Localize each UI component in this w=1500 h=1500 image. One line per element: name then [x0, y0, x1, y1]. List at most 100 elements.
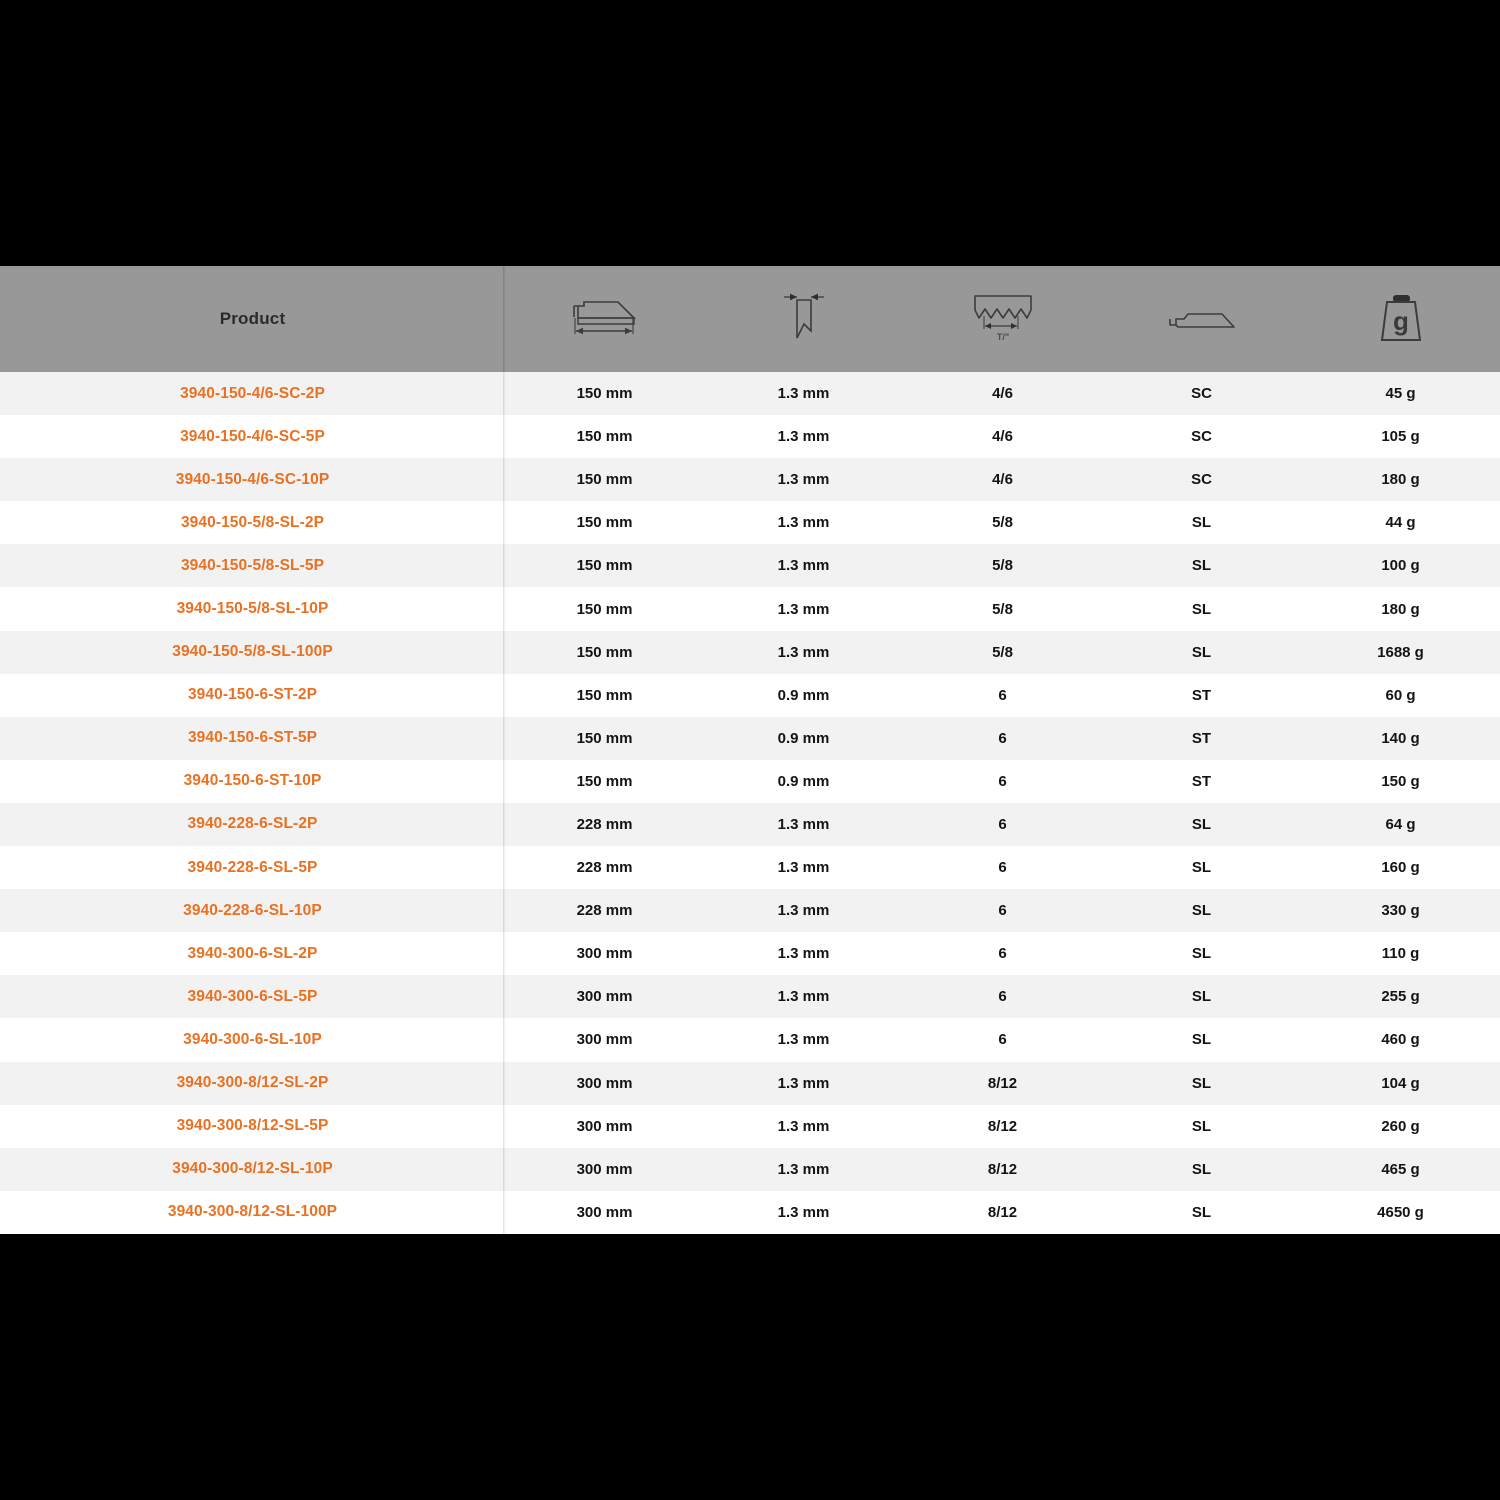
- cell-tpi: 6: [903, 932, 1102, 975]
- cell-length: 150 mm: [505, 587, 704, 630]
- table-header: Product: [0, 266, 1500, 372]
- product-code-link[interactable]: 3940-150-4/6-SC-10P: [0, 458, 505, 501]
- table-row[interactable]: 3940-300-8/12-SL-2P300 mm1.3 mm8/12SL104…: [0, 1062, 1500, 1105]
- cell-weight: 140 g: [1301, 717, 1500, 760]
- cell-tooth_type: SL: [1102, 544, 1301, 587]
- cell-tooth_type: SL: [1102, 975, 1301, 1018]
- cell-thickness: 1.3 mm: [704, 1062, 903, 1105]
- cell-thickness: 1.3 mm: [704, 932, 903, 975]
- cell-weight: 4650 g: [1301, 1191, 1500, 1234]
- product-code-link[interactable]: 3940-300-6-SL-2P: [0, 932, 505, 975]
- table-row[interactable]: 3940-300-6-SL-5P300 mm1.3 mm6SL255 g: [0, 975, 1500, 1018]
- cell-length: 300 mm: [505, 1018, 704, 1061]
- cell-tpi: 8/12: [903, 1062, 1102, 1105]
- cell-tooth_type: SL: [1102, 889, 1301, 932]
- product-code-link[interactable]: 3940-228-6-SL-5P: [0, 846, 505, 889]
- table-row[interactable]: 3940-300-8/12-SL-5P300 mm1.3 mm8/12SL260…: [0, 1105, 1500, 1148]
- column-header-product: Product: [0, 266, 505, 372]
- cell-weight: 180 g: [1301, 587, 1500, 630]
- table-row[interactable]: 3940-228-6-SL-10P228 mm1.3 mm6SL330 g: [0, 889, 1500, 932]
- cell-weight: 45 g: [1301, 372, 1500, 415]
- product-code-link[interactable]: 3940-150-6-ST-10P: [0, 760, 505, 803]
- cell-thickness: 1.3 mm: [704, 415, 903, 458]
- product-code-link[interactable]: 3940-228-6-SL-2P: [0, 803, 505, 846]
- cell-weight: 160 g: [1301, 846, 1500, 889]
- product-code-link[interactable]: 3940-300-6-SL-10P: [0, 1018, 505, 1061]
- table-row[interactable]: 3940-150-5/8-SL-5P150 mm1.3 mm5/8SL100 g: [0, 544, 1500, 587]
- table-row[interactable]: 3940-228-6-SL-5P228 mm1.3 mm6SL160 g: [0, 846, 1500, 889]
- table-row[interactable]: 3940-300-6-SL-2P300 mm1.3 mm6SL110 g: [0, 932, 1500, 975]
- table-row[interactable]: 3940-150-6-ST-2P150 mm0.9 mm6ST60 g: [0, 674, 1500, 717]
- cell-thickness: 1.3 mm: [704, 631, 903, 674]
- table-row[interactable]: 3940-300-8/12-SL-10P300 mm1.3 mm8/12SL46…: [0, 1148, 1500, 1191]
- cell-tpi: 6: [903, 717, 1102, 760]
- cell-thickness: 1.3 mm: [704, 1105, 903, 1148]
- cell-thickness: 1.3 mm: [704, 975, 903, 1018]
- weight-icon-wrap: g: [1301, 266, 1500, 372]
- product-code-link[interactable]: 3940-300-8/12-SL-5P: [0, 1105, 505, 1148]
- product-code-link[interactable]: 3940-150-6-ST-2P: [0, 674, 505, 717]
- cell-thickness: 1.3 mm: [704, 501, 903, 544]
- cell-thickness: 1.3 mm: [704, 889, 903, 932]
- cell-length: 300 mm: [505, 1148, 704, 1191]
- cell-tpi: 4/6: [903, 458, 1102, 501]
- blade-thickness-icon-wrap: [704, 266, 903, 372]
- product-code-link[interactable]: 3940-150-4/6-SC-5P: [0, 415, 505, 458]
- blade-length-icon: [566, 296, 644, 342]
- cell-tooth_type: SL: [1102, 1018, 1301, 1061]
- cell-tooth_type: SC: [1102, 415, 1301, 458]
- cell-tooth_type: SL: [1102, 803, 1301, 846]
- cell-weight: 180 g: [1301, 458, 1500, 501]
- product-code-link[interactable]: 3940-150-5/8-SL-5P: [0, 544, 505, 587]
- column-header-thickness: [704, 266, 903, 372]
- table-row[interactable]: 3940-150-5/8-SL-2P150 mm1.3 mm5/8SL44 g: [0, 501, 1500, 544]
- table-row[interactable]: 3940-300-6-SL-10P300 mm1.3 mm6SL460 g: [0, 1018, 1500, 1061]
- cell-tooth_type: SL: [1102, 932, 1301, 975]
- cell-tooth_type: SL: [1102, 846, 1301, 889]
- product-code-link[interactable]: 3940-300-8/12-SL-2P: [0, 1062, 505, 1105]
- cell-weight: 460 g: [1301, 1018, 1500, 1061]
- blade-profile-icon: [1162, 299, 1242, 339]
- cell-tooth_type: ST: [1102, 760, 1301, 803]
- cell-tooth_type: SL: [1102, 1191, 1301, 1234]
- cell-weight: 260 g: [1301, 1105, 1500, 1148]
- cell-length: 300 mm: [505, 932, 704, 975]
- cell-tpi: 5/8: [903, 631, 1102, 674]
- table-row[interactable]: 3940-150-5/8-SL-10P150 mm1.3 mm5/8SL180 …: [0, 587, 1500, 630]
- table-row[interactable]: 3940-150-5/8-SL-100P150 mm1.3 mm5/8SL168…: [0, 631, 1500, 674]
- table-row[interactable]: 3940-228-6-SL-2P228 mm1.3 mm6SL64 g: [0, 803, 1500, 846]
- table-row[interactable]: 3940-150-4/6-SC-5P150 mm1.3 mm4/6SC105 g: [0, 415, 1500, 458]
- table-row[interactable]: 3940-150-6-ST-5P150 mm0.9 mm6ST140 g: [0, 717, 1500, 760]
- product-code-link[interactable]: 3940-300-8/12-SL-100P: [0, 1191, 505, 1234]
- cell-thickness: 1.3 mm: [704, 544, 903, 587]
- column-header-teeth-per-inch: T/": [903, 266, 1102, 372]
- cell-weight: 110 g: [1301, 932, 1500, 975]
- product-code-link[interactable]: 3940-150-6-ST-5P: [0, 717, 505, 760]
- table-row[interactable]: 3940-150-4/6-SC-2P150 mm1.3 mm4/6SC45 g: [0, 372, 1500, 415]
- cell-tooth_type: SL: [1102, 587, 1301, 630]
- cell-tooth_type: ST: [1102, 717, 1301, 760]
- cell-length: 150 mm: [505, 458, 704, 501]
- cell-weight: 150 g: [1301, 760, 1500, 803]
- product-code-link[interactable]: 3940-150-5/8-SL-100P: [0, 631, 505, 674]
- product-code-link[interactable]: 3940-300-6-SL-5P: [0, 975, 505, 1018]
- cell-length: 300 mm: [505, 1105, 704, 1148]
- table-row[interactable]: 3940-150-4/6-SC-10P150 mm1.3 mm4/6SC180 …: [0, 458, 1500, 501]
- table-row[interactable]: 3940-300-8/12-SL-100P300 mm1.3 mm8/12SL4…: [0, 1191, 1500, 1234]
- cell-tpi: 4/6: [903, 415, 1102, 458]
- cell-tpi: 6: [903, 674, 1102, 717]
- table-body: 3940-150-4/6-SC-2P150 mm1.3 mm4/6SC45 g3…: [0, 372, 1500, 1234]
- product-code-link[interactable]: 3940-150-5/8-SL-10P: [0, 587, 505, 630]
- blade-thickness-icon: [774, 289, 834, 349]
- blade-profile-icon-wrap: [1102, 266, 1301, 372]
- product-code-link[interactable]: 3940-228-6-SL-10P: [0, 889, 505, 932]
- product-code-link[interactable]: 3940-300-8/12-SL-10P: [0, 1148, 505, 1191]
- product-code-link[interactable]: 3940-150-4/6-SC-2P: [0, 372, 505, 415]
- product-spec-table: Product: [0, 266, 1500, 1234]
- cell-weight: 1688 g: [1301, 631, 1500, 674]
- table-row[interactable]: 3940-150-6-ST-10P150 mm0.9 mm6ST150 g: [0, 760, 1500, 803]
- product-code-link[interactable]: 3940-150-5/8-SL-2P: [0, 501, 505, 544]
- cell-weight: 465 g: [1301, 1148, 1500, 1191]
- cell-thickness: 1.3 mm: [704, 587, 903, 630]
- cell-weight: 44 g: [1301, 501, 1500, 544]
